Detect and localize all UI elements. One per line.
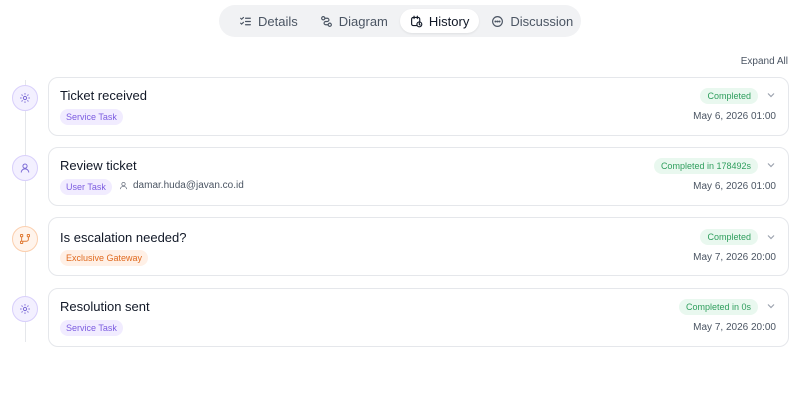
diagram-icon [320,15,332,27]
status-badge: Completed in 178492s [653,158,758,174]
tab-label: Diagram [338,13,388,29]
history-event-card[interactable]: Review ticket User Task damar.huda@javan… [48,147,789,206]
event-type-tag: User Task [60,179,112,195]
event-type-tag: Exclusive Gateway [60,250,149,266]
assignee: damar.huda@javan.co.id [119,180,244,191]
status-badge: Completed [700,229,758,245]
event-timestamp: May 6, 2026 01:00 [693,181,776,192]
history-icon [410,15,423,27]
event-title: Ticket received [60,88,147,103]
gear-icon [12,296,38,322]
event-timestamp: May 7, 2026 20:00 [693,252,776,263]
event-timestamp: May 7, 2026 20:00 [693,322,776,333]
status-badge: Completed in 0s [678,299,758,315]
tab-discussion[interactable]: Discussion [481,9,583,33]
tab-diagram[interactable]: Diagram [310,9,398,33]
event-timestamp: May 6, 2026 01:00 [693,111,776,122]
event-type-tag: Service Task [60,320,123,336]
tab-bar: Details Diagram History Discussion [219,5,581,37]
chevron-down-icon[interactable] [766,90,776,100]
chevron-down-icon[interactable] [766,160,776,170]
event-title: Is escalation needed? [60,230,187,245]
tab-details[interactable]: Details [229,9,308,33]
chevron-down-icon[interactable] [766,301,776,311]
list-check-icon [240,16,251,25]
user-icon [120,182,127,190]
status-badge: Completed [700,88,758,104]
tab-label: Details [258,13,298,29]
tab-label: Discussion [510,13,574,29]
history-event-card[interactable]: Ticket received Service Task Completed M… [48,77,789,136]
chevron-down-icon[interactable] [766,232,776,242]
gear-icon [12,85,38,111]
event-title: Review ticket [60,158,137,173]
user-icon [12,155,38,181]
event-type-tag: Service Task [60,109,123,125]
history-event-card[interactable]: Is escalation needed? Exclusive Gateway … [48,217,789,276]
tab-label: History [428,13,470,29]
expand-all-button[interactable]: Expand All [741,56,788,67]
gateway-icon [12,226,38,252]
chat-icon [492,15,504,27]
assignee-email: damar.huda@javan.co.id [133,180,244,191]
tab-history[interactable]: History [399,9,480,33]
history-event-card[interactable]: Resolution sent Service Task Completed i… [48,288,789,347]
event-title: Resolution sent [60,299,150,314]
